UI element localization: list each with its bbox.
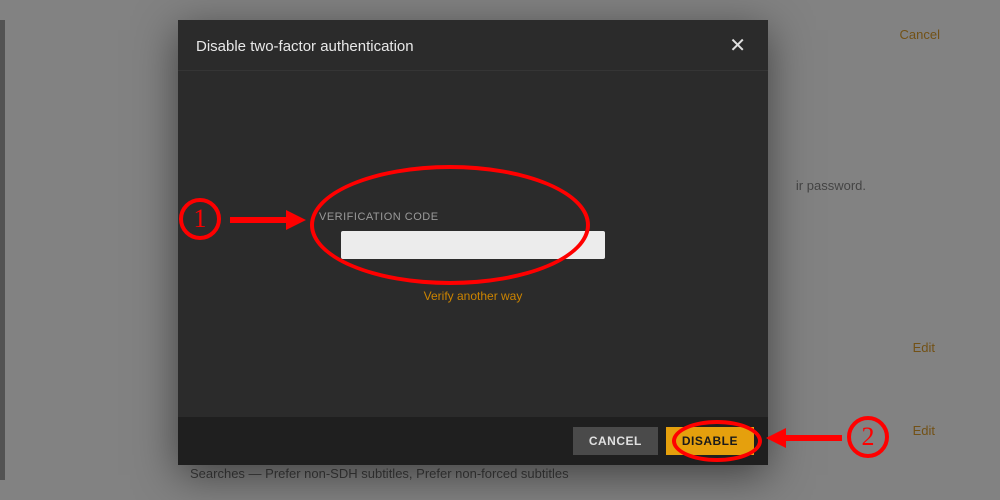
- disable-button[interactable]: DISABLE: [666, 427, 754, 455]
- verification-code-input[interactable]: [341, 231, 605, 259]
- verify-another-way-link[interactable]: Verify another way: [424, 289, 523, 303]
- modal-title: Disable two-factor authentication: [196, 38, 414, 55]
- modal-body: VERIFICATION CODE Verify another way: [178, 71, 768, 417]
- modal-header: Disable two-factor authentication ✕: [178, 20, 768, 71]
- close-icon[interactable]: ✕: [725, 34, 750, 58]
- cancel-button[interactable]: CANCEL: [573, 427, 658, 455]
- disable-2fa-modal: Disable two-factor authentication ✕ VERI…: [178, 20, 768, 465]
- verification-code-label: VERIFICATION CODE: [319, 211, 439, 223]
- modal-footer: CANCEL DISABLE: [178, 417, 768, 465]
